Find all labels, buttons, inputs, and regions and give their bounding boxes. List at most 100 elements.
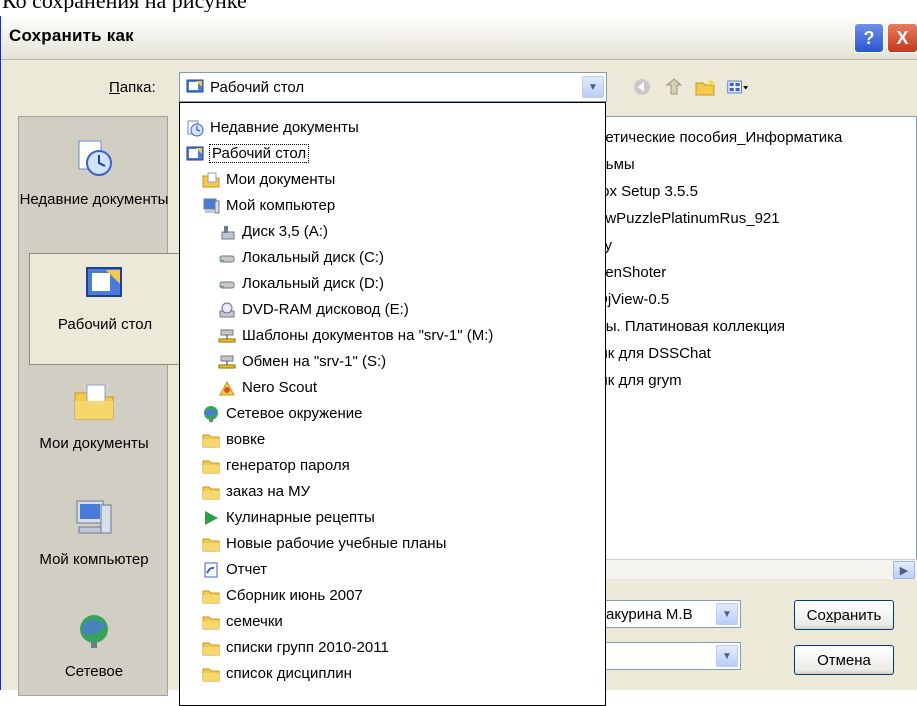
folder-icon — [202, 538, 220, 551]
dropdown-item[interactable]: Кулинарные рецепты — [202, 505, 375, 530]
folder-label-hotkey: П — [109, 79, 120, 96]
places-bar: Недавние документы Рабочий стол Мои доку… — [18, 116, 181, 696]
place-label: Мой компьютер — [39, 551, 149, 568]
cancel-button[interactable]: Отмена — [794, 645, 894, 675]
save-button[interactable]: Со х ранить — [794, 600, 894, 630]
network-drive-icon — [218, 355, 236, 368]
my-computer-icon — [76, 500, 112, 534]
dvd-drive-icon — [219, 302, 235, 317]
dropdown-item[interactable]: вовке — [202, 427, 265, 452]
new-folder-icon[interactable] — [695, 76, 717, 98]
my-computer-icon — [203, 198, 220, 213]
dropdown-item[interactable]: DVD-RAM дисковод (E:) — [218, 297, 409, 322]
dropdown-item[interactable]: Отчет — [202, 557, 267, 582]
folder-select[interactable]: Рабочий стол ▼ — [179, 72, 607, 102]
place-label: Мои документы — [39, 435, 149, 452]
folder-icon — [202, 590, 220, 603]
place-label: Сетевое — [64, 663, 124, 680]
dropdown-item-label: список дисциплин — [226, 665, 352, 682]
folder-icon — [202, 642, 220, 655]
place-network[interactable]: Сетевое — [19, 609, 169, 681]
dropdown-item-label: Мои документы — [226, 171, 336, 188]
dropdown-item[interactable]: Рабочий стол — [186, 141, 310, 166]
dropdown-item-label: Кулинарные рецепты — [226, 509, 375, 526]
help-icon: ? — [863, 27, 875, 48]
place-recent-documents[interactable]: Недавние документы — [19, 137, 169, 209]
my-documents-icon — [74, 384, 114, 420]
my-documents-icon — [202, 172, 220, 187]
dropdown-item-label: семечки — [226, 613, 283, 630]
dropdown-item[interactable]: Локальный диск (D:) — [218, 271, 384, 296]
desktop-icon — [186, 146, 204, 160]
chevron-down-icon[interactable]: ▼ — [582, 76, 604, 98]
dropdown-item[interactable]: списки групп 2010-2011 — [202, 635, 389, 660]
dropdown-item[interactable]: генератор пароля — [202, 453, 350, 478]
up-folder-icon[interactable] — [663, 76, 685, 98]
place-label: Рабочий стол — [57, 316, 153, 333]
floppy-icon — [221, 225, 235, 239]
dropdown-item[interactable]: Nero Scout — [218, 375, 317, 400]
dropdown-item-label: вовке — [226, 431, 266, 448]
dropdown-item[interactable]: Сетевое окружение — [202, 401, 363, 426]
dropdown-item[interactable]: список дисциплин — [202, 661, 352, 686]
chevron-down-icon[interactable]: ▼ — [716, 645, 738, 667]
place-my-documents[interactable]: Мои документы — [19, 381, 169, 453]
desktop-icon — [186, 79, 204, 93]
network-icon — [80, 615, 108, 648]
document-background-text: Ко сохранения на рисунке — [0, 0, 917, 12]
dropdown-item[interactable]: семечки — [202, 609, 283, 634]
back-icon[interactable] — [631, 76, 653, 98]
scroll-right-icon[interactable]: ▶ — [893, 561, 915, 579]
dropdown-item-label: Новые рабочие учебные планы — [226, 535, 447, 552]
list-item[interactable]: eenShoter — [597, 264, 666, 281]
view-menu-icon[interactable] — [727, 76, 749, 98]
dropdown-item-label: генератор пароля — [226, 457, 350, 474]
list-item[interactable]: awPuzzlePlatinumRus_921 — [597, 210, 780, 227]
chevron-down-icon[interactable]: ▼ — [716, 603, 738, 625]
list-item[interactable]: ретические пособия_Информатика — [597, 129, 842, 146]
dropdown-item[interactable]: Новые рабочие учебные планы — [202, 531, 446, 556]
filename-input[interactable]: акурина М.В ▼ — [601, 600, 741, 628]
close-button[interactable]: X — [887, 23, 917, 53]
hard-drive-icon — [219, 255, 235, 262]
save-label-hotkey: х — [825, 606, 834, 624]
folder-icon — [202, 434, 220, 447]
dropdown-item-label: Nero Scout — [242, 379, 318, 396]
dropdown-item[interactable]: Недавние документы — [186, 115, 359, 140]
list-item[interactable]: лы. Платиновая коллекция — [597, 318, 785, 335]
recent-documents-icon — [187, 120, 204, 136]
list-item[interactable]: fox Setup 3.5.5 — [597, 183, 698, 200]
close-icon: X — [896, 27, 909, 48]
save-label-part: Со — [806, 606, 826, 624]
dropdown-item[interactable]: заказ на МУ — [202, 479, 310, 504]
dropdown-item[interactable]: Обмен на "srv-1" (S:) — [218, 349, 386, 374]
place-my-computer[interactable]: Мой компьютер — [19, 497, 169, 569]
folder-label: Папка: — [109, 79, 156, 96]
dropdown-item-label: списки групп 2010-2011 — [226, 639, 389, 656]
dialog-title: Сохранить как — [9, 26, 134, 45]
folder-label-rest: апка: — [119, 79, 156, 96]
dropdown-item-label: Шаблоны документов на "srv-1" (M:) — [242, 327, 494, 344]
dropdown-item[interactable]: Локальный диск (C:) — [218, 245, 384, 270]
dropdown-item[interactable]: Диск 3,5 (A:) — [218, 219, 328, 244]
dropdown-item[interactable]: Шаблоны документов на "srv-1" (M:) — [218, 323, 493, 348]
dropdown-item-label: заказ на МУ — [226, 483, 311, 500]
folder-dropdown-list: Недавние документы Рабочий стол Мои докуме… — [179, 102, 606, 706]
hard-drive-icon — [219, 281, 235, 288]
dropdown-item[interactable]: Мой компьютер — [202, 193, 335, 218]
dropdown-item-label: Обмен на "srv-1" (S:) — [242, 353, 387, 370]
dropdown-item[interactable]: Мои документы — [202, 167, 335, 192]
desktop-icon — [86, 267, 122, 297]
list-item[interactable]: DjView-0.5 — [597, 291, 669, 308]
dropdown-item-label: Недавние документы — [210, 119, 359, 136]
list-item[interactable]: ык для grym — [597, 372, 682, 389]
dropdown-item-label: Локальный диск (D:) — [242, 275, 384, 292]
list-item[interactable]: ык для DSSChat — [597, 345, 711, 362]
dropdown-item[interactable]: Сборник июнь 2007 — [202, 583, 363, 608]
help-button[interactable]: ? — [854, 23, 884, 53]
folder-select-text: Рабочий стол — [210, 78, 305, 96]
place-desktop[interactable]: Рабочий стол — [29, 253, 181, 365]
file-type-select[interactable]: ▼ — [601, 642, 741, 670]
network-neighborhood-icon — [204, 405, 218, 422]
dropdown-item-label: Сетевое окружение — [226, 405, 363, 422]
